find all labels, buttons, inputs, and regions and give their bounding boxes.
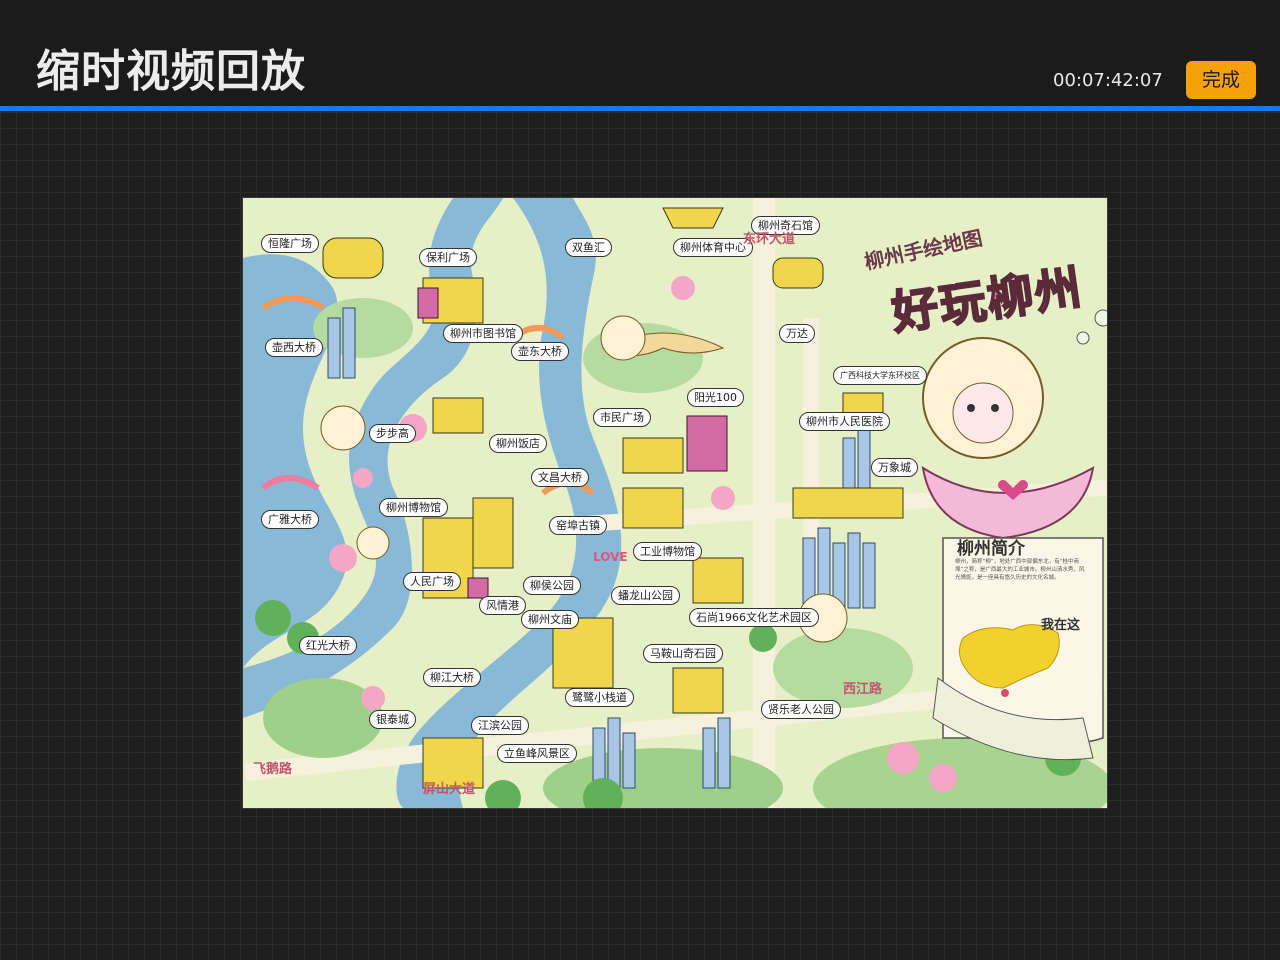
intro-text: 柳州，简称“柳”，地处广西中部偏东北，有“桂中商埠”之称，是广西最大的工业城市。… [955, 559, 1085, 581]
landmark-label: 石尚1966文化艺术园区 [689, 608, 819, 627]
road-label: 飞鹅路 [253, 762, 293, 777]
landmark-label: 柳州饭店 [489, 434, 547, 453]
landmark-label: 壶西大桥 [265, 338, 323, 357]
landmark-label: 步步高 [369, 424, 416, 443]
landmark-label: 万象城 [871, 458, 918, 477]
landmark-label: 贤乐老人公园 [761, 700, 841, 719]
landmark-label: 窑埠古镇 [549, 516, 607, 535]
intro-title: 柳州简介 [957, 539, 1025, 559]
landmark-label: 风情港 [479, 596, 526, 615]
landmark-label: 柳州市图书馆 [443, 324, 523, 343]
accent-divider [0, 106, 1280, 111]
playback-canvas[interactable]: 柳州手绘地图 好玩柳州 柳州简介 柳州，简称“柳”，地处广西中部偏东北，有“桂中… [243, 198, 1107, 808]
landmark-label: 柳侯公园 [523, 576, 581, 595]
love-sign: LOVE [593, 550, 628, 564]
page-title: 缩时视频回放 [36, 46, 306, 97]
landmark-label: 柳江大桥 [423, 668, 481, 687]
road-label: 西江路 [843, 682, 883, 697]
landmark-label: 柳州博物馆 [379, 498, 448, 517]
landmark-label: 蟠龙山公园 [611, 586, 680, 605]
landmark-label: 江滨公园 [471, 716, 529, 735]
here-label: 我在这 [1041, 618, 1081, 633]
landmark-label: 壶东大桥 [511, 342, 569, 361]
landmark-label: 市民广场 [593, 408, 651, 427]
landmark-label: 文昌大桥 [531, 468, 589, 487]
landmark-label: 银泰城 [369, 710, 416, 729]
landmark-label: 人民广场 [403, 572, 461, 591]
landmark-label: 广雅大桥 [261, 510, 319, 529]
done-button[interactable]: 完成 [1186, 61, 1256, 99]
landmark-label: 鹭鹭小栈道 [565, 688, 634, 707]
landmark-label: 工业博物馆 [633, 542, 702, 561]
road-label: 东环大道 [743, 232, 796, 247]
landmark-label: 柳州体育中心 [673, 238, 753, 257]
landmark-label: 马鞍山奇石园 [643, 644, 723, 663]
landmark-label: 恒隆广场 [261, 234, 319, 253]
timecode-readout: 00:07:42:07 [1053, 70, 1163, 91]
landmark-label: 柳州文庙 [521, 610, 579, 629]
landmark-label: 红光大桥 [299, 636, 357, 655]
landmark-label: 广西科技大学东环校区 [833, 366, 927, 385]
road-label: 屏山大道 [423, 782, 476, 797]
landmark-label: 阳光100 [687, 388, 744, 407]
landmark-label: 双鱼汇 [565, 238, 612, 257]
landmark-label: 柳州市人民医院 [799, 412, 890, 431]
landmark-label: 保利广场 [419, 248, 477, 267]
landmark-label: 立鱼峰风景区 [497, 744, 577, 763]
landmark-label: 万达 [779, 324, 815, 343]
